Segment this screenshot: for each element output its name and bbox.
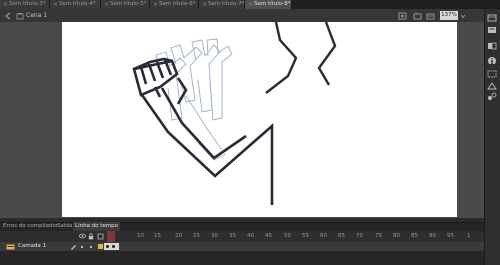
align-icon[interactable] [487, 70, 497, 78]
body-outline [265, 21, 337, 94]
frame-number: 45 [265, 233, 272, 239]
frame-number: 65 [338, 233, 345, 239]
frame-number: 1 [467, 233, 471, 239]
transform-icon[interactable] [487, 82, 497, 90]
outline-icon[interactable] [97, 233, 104, 240]
pencil-icon[interactable] [70, 244, 77, 250]
frame-number: 80 [393, 233, 400, 239]
tab-output[interactable]: Saída [55, 222, 74, 231]
layer-name[interactable]: Camada 1 [18, 242, 46, 251]
motion-presets-icon[interactable] [487, 92, 497, 100]
frame-number: 60 [320, 233, 327, 239]
frame-number: 95 [447, 233, 454, 239]
color-icon[interactable] [487, 42, 497, 50]
lock-icon[interactable] [88, 233, 94, 240]
layer-outline-swatch[interactable] [98, 244, 103, 249]
frame-number: 75 [375, 233, 382, 239]
frame-number: 30 [211, 233, 218, 239]
frame-number: 15 [154, 233, 161, 239]
properties-icon[interactable] [487, 14, 497, 22]
drawing-canvas[interactable] [0, 0, 484, 222]
keyframe-dot[interactable] [112, 245, 115, 248]
frame-number: 55 [302, 233, 309, 239]
visibility-dot[interactable] [81, 246, 83, 248]
frame-number: 20 [175, 233, 182, 239]
lock-dot[interactable] [90, 246, 92, 248]
frame-number: 90 [429, 233, 436, 239]
frame-number: 10 [137, 233, 144, 239]
tab-compiler-errors[interactable]: Erros do compilador [1, 222, 60, 231]
eye-icon[interactable] [79, 233, 86, 239]
frame-number: 70 [356, 233, 363, 239]
frame-number: 85 [411, 233, 418, 239]
tab-timeline[interactable]: Linha do tempo [73, 222, 121, 231]
keyframe-dot[interactable] [106, 245, 109, 248]
frame-number: 35 [229, 233, 236, 239]
arm-drawing [132, 57, 274, 205]
library-icon[interactable] [487, 26, 497, 34]
info-icon[interactable] [487, 56, 497, 64]
timeline-footer [0, 251, 484, 265]
frame-number: 50 [284, 233, 291, 239]
layer-icon [6, 244, 15, 250]
frame-number: 25 [193, 233, 200, 239]
frame-number: 40 [247, 233, 254, 239]
